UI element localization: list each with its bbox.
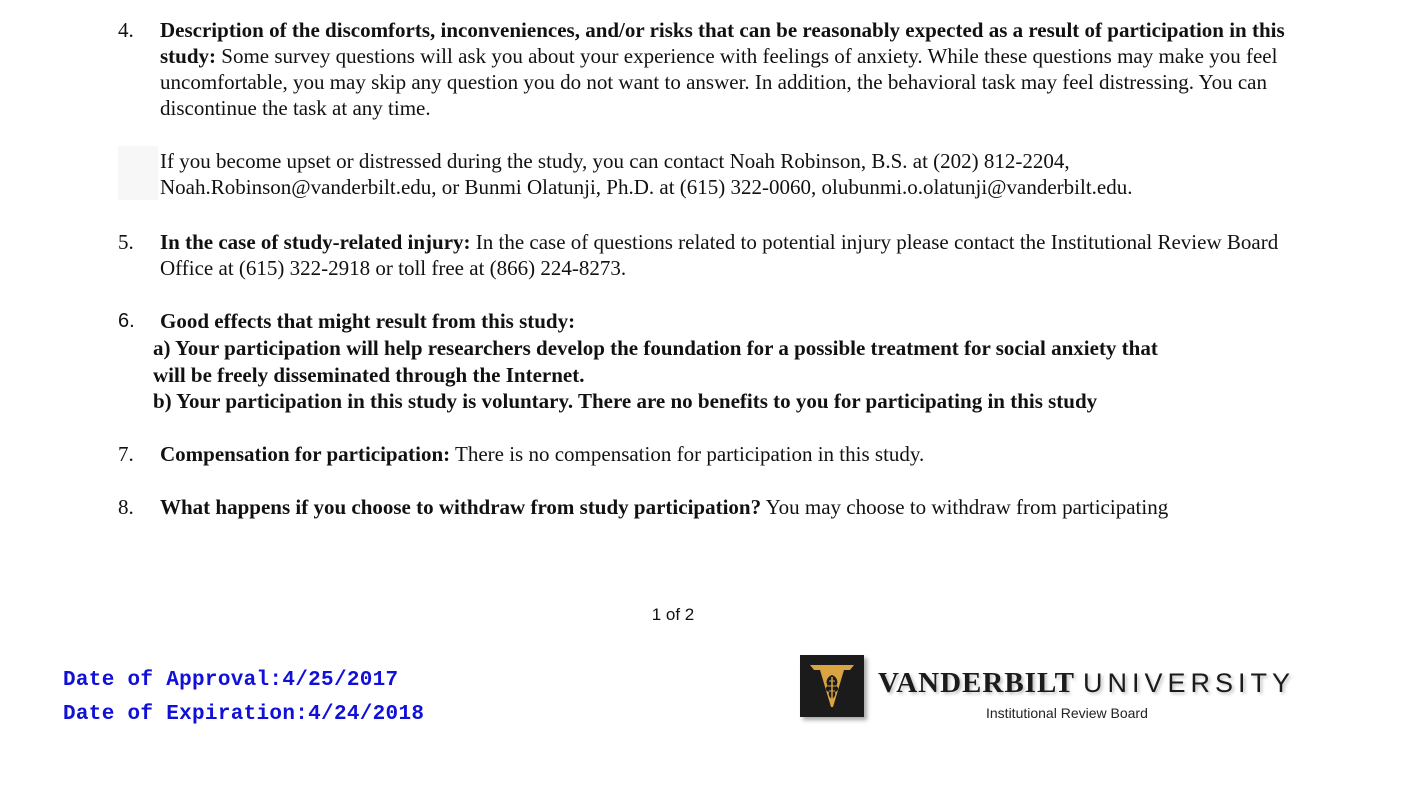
section-number: 5.: [118, 230, 134, 254]
contact-text: If you become upset or distressed during…: [160, 148, 1132, 200]
approval-date: Date of Approval:4/25/2017: [63, 669, 399, 692]
section-heading: In the case of study-related injury:: [160, 230, 471, 254]
section-text: Compensation for participation: There is…: [160, 441, 1298, 467]
section-text: Description of the discomforts, inconven…: [160, 17, 1298, 121]
section-heading: Good effects that might result from this…: [160, 309, 576, 333]
section-4: 4. Description of the discomforts, incon…: [118, 17, 1298, 121]
section-body: Some survey questions will ask you about…: [160, 44, 1278, 120]
vanderbilt-irb-logo: VANDERBILT UNIVERSITY Institutional Revie…: [800, 655, 1360, 725]
section-number: 4.: [118, 18, 134, 42]
page-indicator-text: 1 of 2: [651, 605, 695, 624]
expiration-date: Date of Expiration:4/24/2018: [63, 703, 425, 726]
contact-paragraph: If you become upset or distressed during…: [118, 146, 1298, 200]
vanderbilt-oak-leaf-icon: [800, 655, 864, 717]
section-text: Good effects that might result from this…: [160, 308, 1298, 334]
section-body: There is no compensation for participati…: [450, 442, 925, 466]
benefits-list: a) Your participation will help research…: [153, 335, 1303, 415]
paragraph-shading: [118, 146, 158, 200]
page-indicator: 1 of 2: [0, 605, 1414, 625]
contact-line-1: If you become upset or distressed during…: [160, 149, 1070, 173]
section-text: In the case of study-related injury: In …: [160, 229, 1298, 281]
wordmark-vanderbilt: VANDERBILT: [878, 667, 1075, 699]
logo-wordmark: VANDERBILT UNIVERSITY: [878, 667, 1295, 700]
section-body: You may choose to withdraw from particip…: [761, 495, 1169, 519]
section-heading: Compensation for participation:: [160, 442, 451, 466]
contact-line-2: Noah.Robinson@vanderbilt.edu, or Bunmi O…: [160, 175, 1133, 199]
document-page: 4. Description of the discomforts, incon…: [0, 0, 1414, 792]
section-8: 8. What happens if you choose to withdra…: [118, 494, 1298, 520]
wordmark-university: UNIVERSITY: [1082, 668, 1296, 698]
logo-subtitle: Institutional Review Board: [986, 705, 1148, 721]
benefit-a-line-1: a) Your participation will help research…: [153, 336, 1158, 360]
benefit-b: b) Your participation in this study is v…: [153, 389, 1098, 413]
oak-leaf-v-icon: [810, 665, 854, 707]
section-5: 5. In the case of study-related injury: …: [118, 229, 1298, 281]
section-6: 6. Good effects that might result from t…: [118, 308, 1298, 334]
benefit-a-line-2: will be freely disseminated through the …: [153, 362, 585, 387]
section-number: 6.: [118, 310, 135, 332]
section-heading: What happens if you choose to withdraw f…: [160, 495, 762, 519]
section-7: 7. Compensation for participation: There…: [118, 441, 1298, 467]
section-number: 7.: [118, 442, 134, 466]
section-text: What happens if you choose to withdraw f…: [160, 494, 1298, 520]
section-number: 8.: [118, 495, 134, 519]
